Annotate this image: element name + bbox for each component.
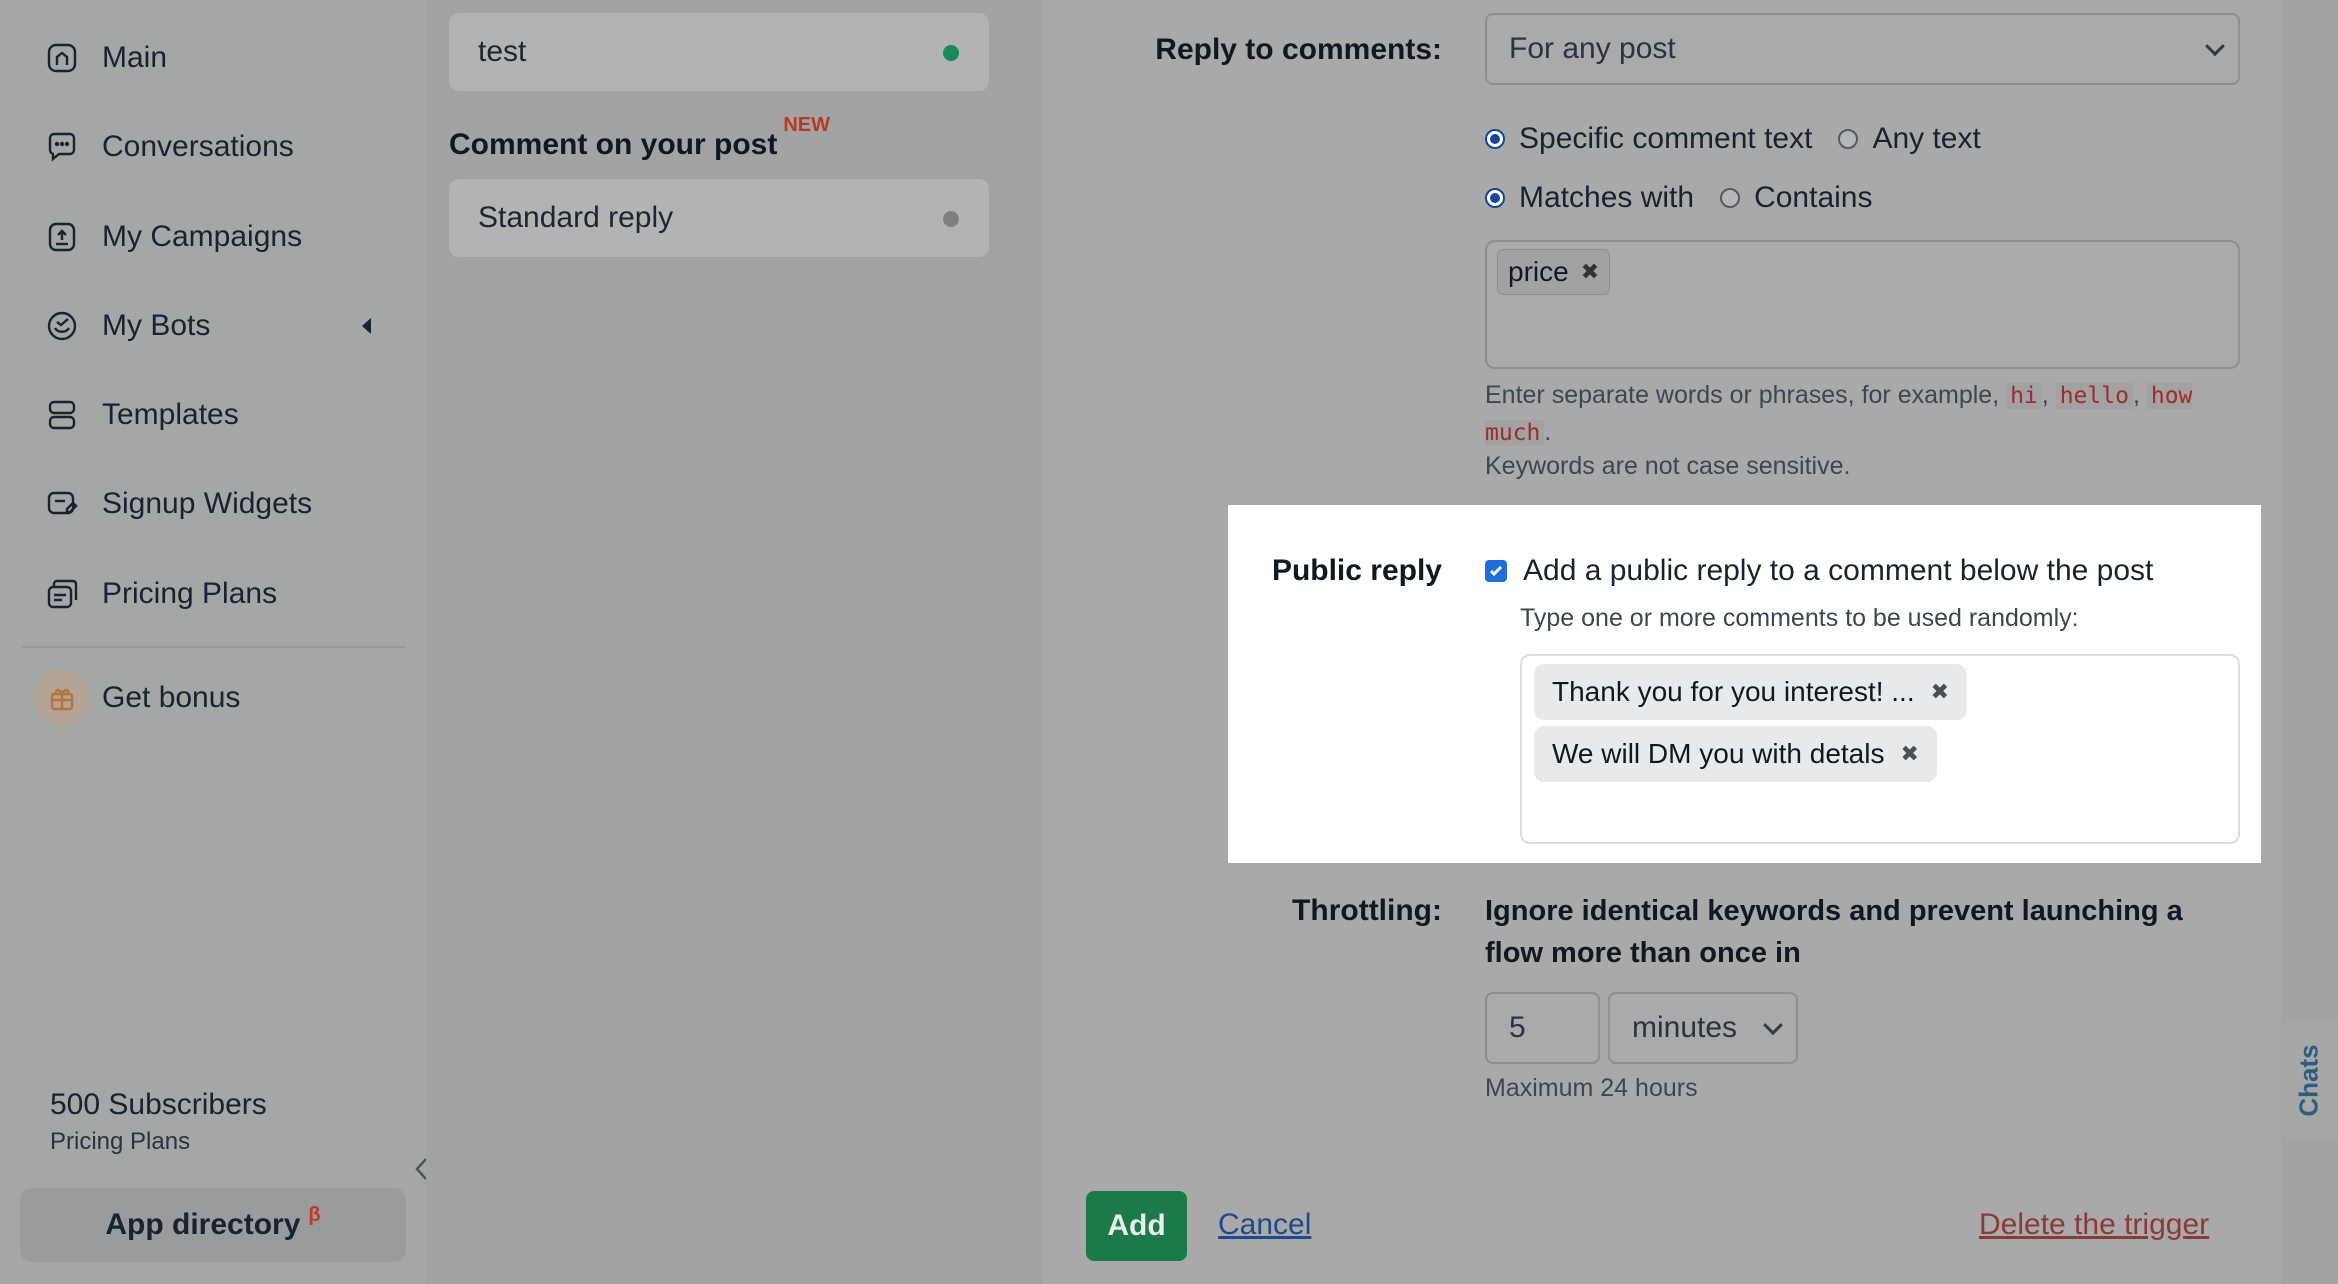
templates-icon [40,393,84,437]
remove-tag-icon[interactable]: ✖ [1900,741,1918,767]
sidebar-item-my-campaigns[interactable]: My Campaigns [40,207,302,267]
sidebar-item-get-bonus[interactable]: Get bonus [34,668,241,728]
delete-trigger-link[interactable]: Delete the trigger [1979,1208,2209,1242]
app-directory-label: App directory [105,1208,301,1241]
status-dot-active [943,45,959,61]
remove-tag-icon[interactable]: ✖ [1581,259,1599,285]
keyword-tag: price ✖ [1497,249,1611,295]
trigger-card-standard-reply[interactable]: Standard reply [449,179,989,257]
throttle-max-note: Maximum 24 hours [1485,1074,1698,1102]
throttle-value-input[interactable]: 5 [1485,992,1600,1064]
chevron-down-icon [2205,36,2225,57]
sidebar-item-label: Templates [102,398,239,431]
check-icon [1489,565,1503,577]
throttling-label: Throttling: [1292,894,1442,927]
public-reply-tag: Thank you for you interest! ... ✖ [1534,664,1968,720]
bot-icon [40,304,84,348]
cancel-link[interactable]: Cancel [1218,1208,1311,1242]
radio-matches-with[interactable]: Matches with [1485,181,1694,215]
throttling-description: Ignore identical keywords and prevent la… [1485,895,2183,969]
chats-tab-label: Chats [2293,1043,2324,1117]
reply-to-comments-label: Reply to comments: [1155,33,1442,66]
sidebar-item-main[interactable]: Main [40,28,167,88]
sidebar-item-label: Pricing Plans [102,577,278,610]
section-title: Comment on your postNEW [449,114,831,161]
sidebar-item-pricing-plans[interactable]: Pricing Plans [40,564,277,624]
keywords-input[interactable]: price ✖ [1485,240,2240,369]
sidebar-item-label: Get bonus [102,681,241,714]
status-dot-inactive [943,211,959,227]
case-sensitivity-note: Keywords are not case sensitive. [1485,452,1851,480]
campaign-icon [40,215,84,259]
sidebar-item-signup-widgets[interactable]: Signup Widgets [40,474,312,534]
throttle-unit-select[interactable]: minutes [1608,992,1798,1064]
gift-icon [34,670,90,726]
add-button[interactable]: Add [1086,1191,1187,1261]
radio-specific-text[interactable]: Specific comment text [1485,122,1812,156]
caret-left-icon[interactable] [362,318,371,334]
sidebar-item-my-bots[interactable]: My Bots [40,296,210,356]
radio-contains[interactable]: Contains [1720,181,1872,215]
sidebar-item-templates[interactable]: Templates [40,385,239,445]
reply-to-comments-select[interactable]: For any post [1485,13,2240,85]
trigger-card-label: test [478,35,527,68]
match-mode-radio-group: Matches with Contains [1485,181,1898,215]
sidebar-item-label: My Bots [102,309,211,342]
sidebar-item-label: Conversations [102,130,294,163]
chat-icon [40,125,84,169]
beta-badge: β [308,1203,321,1226]
sidebar-item-conversations[interactable]: Conversations [40,117,294,177]
pricing-plans-link[interactable]: Pricing Plans [50,1128,190,1156]
public-reply-label: Public reply [1271,554,1442,587]
sidebar-item-label: My Campaigns [102,220,303,253]
keywords-help: Enter separate words or phrases, for exa… [1485,381,2193,446]
trigger-list-panel: test Comment on your postNEW Standard re… [426,0,1043,1284]
trigger-card-test[interactable]: test [449,13,989,91]
sidebar-divider [22,646,406,648]
radio-any-text[interactable]: Any text [1838,122,1981,156]
app-directory-button[interactable]: App directory β [20,1188,406,1262]
radio-button[interactable] [1485,129,1505,149]
new-badge: NEW [783,114,831,136]
public-reply-tag: We will DM you with detals ✖ [1534,726,1937,782]
public-reply-hint: Type one or more comments to be used ran… [1520,604,2079,632]
widget-icon [40,482,84,526]
chats-tab[interactable]: Chats [2280,1020,2338,1140]
sidebar-item-label: Main [102,41,168,74]
radio-button[interactable] [1838,129,1859,149]
sidebar-item-label: Signup Widgets [102,487,313,520]
remove-tag-icon[interactable]: ✖ [1931,679,1949,705]
public-reply-checkbox[interactable] [1485,560,1507,582]
sidebar: Main Conversations My Campaigns My Bots … [0,0,427,1284]
radio-button[interactable] [1720,188,1741,208]
trigger-card-label: Standard reply [478,201,674,234]
pricing-icon [40,572,84,616]
comment-text-radio-group: Specific comment text Any text [1485,122,2007,156]
chevron-down-icon [1763,1015,1783,1036]
public-reply-checkbox-row[interactable]: Add a public reply to a comment below th… [1485,554,2153,588]
radio-button[interactable] [1485,188,1505,208]
subscribers-count: 500 Subscribers [50,1088,267,1121]
home-icon [40,36,84,80]
public-reply-comments-input[interactable]: Thank you for you interest! ... ✖ We will… [1520,654,2240,844]
